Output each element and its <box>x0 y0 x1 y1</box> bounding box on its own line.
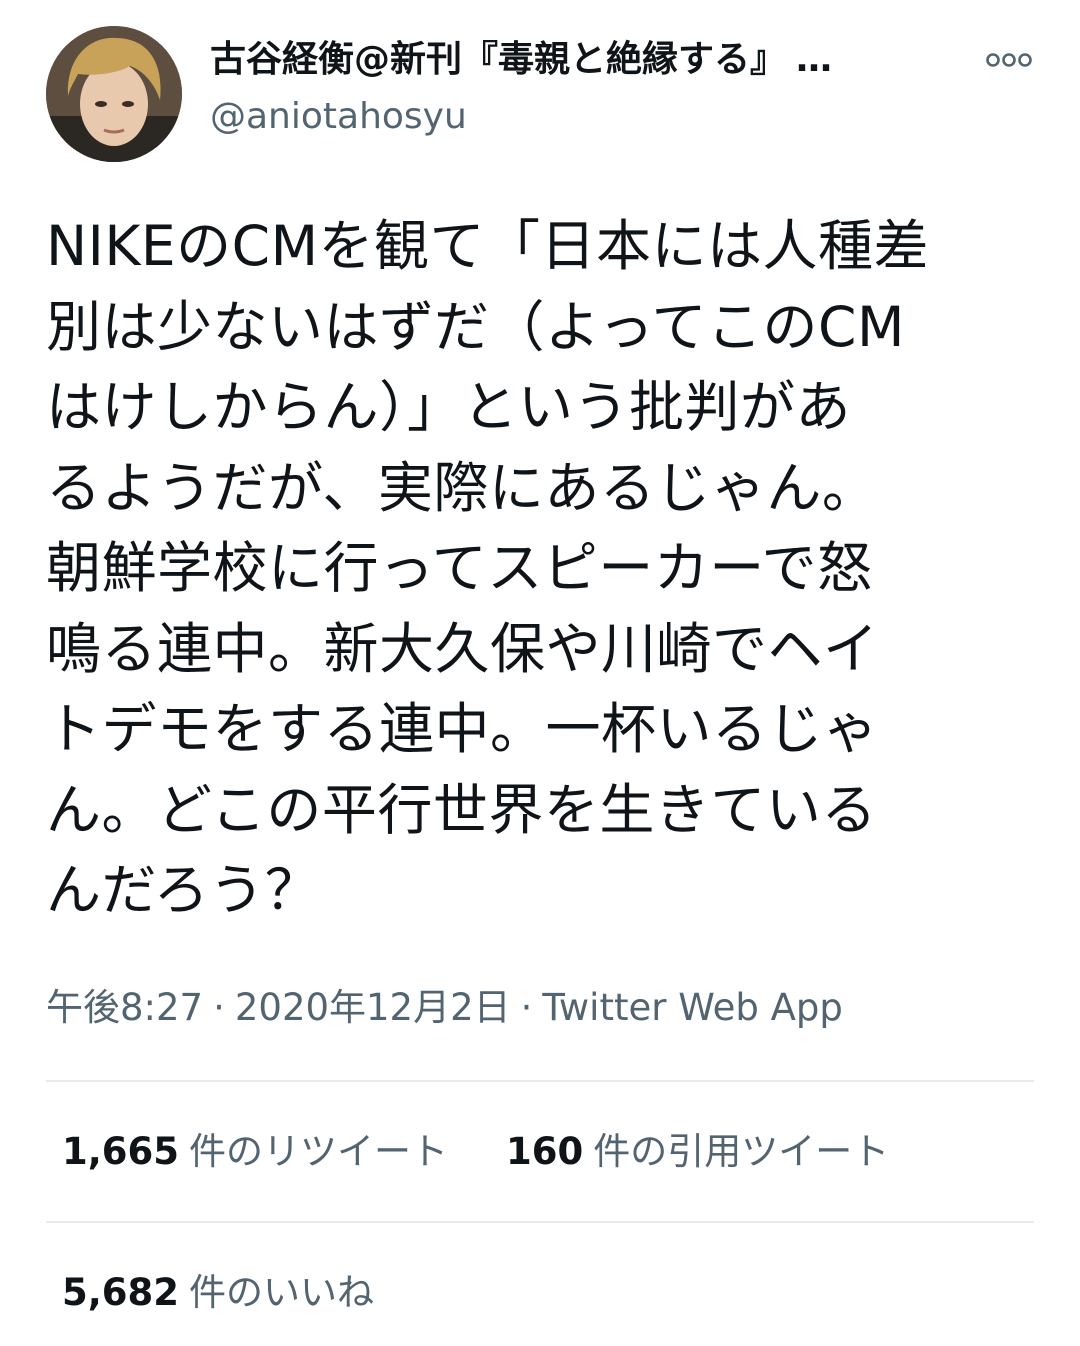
tweet-detail: 古谷経衡@新刊『毒親と絶縁する』… @aniotahosyu NIKEのCMを観… <box>0 0 1080 1346</box>
divider <box>46 1080 1034 1082</box>
tweet-text-line: 別は少ないはずだ（よってこのCM <box>46 294 905 359</box>
author-avatar[interactable] <box>46 26 182 162</box>
retweets-label: 件のリツイート <box>189 1130 449 1173</box>
name-truncation-ellipsis: … <box>796 39 833 80</box>
tweet-date[interactable]: 2020年12月2日 <box>235 986 511 1029</box>
tweet-time[interactable]: 午後8:27 <box>46 986 203 1029</box>
retweets-stat[interactable]: 1,665 件のリツイート <box>62 1126 448 1178</box>
tweet-text-line: NIKEのCMを観て「日本には人種差 <box>46 214 930 278</box>
tweet-text-line: トデモをする連中。一杯いるじゃ <box>46 697 879 761</box>
divider <box>46 1221 1034 1223</box>
tweet-text-line: はけしからん）」という批判があ <box>46 375 852 439</box>
stats-row-retweets: 1,665 件のリツイート 160 件の引用ツイート <box>62 1126 889 1178</box>
tweet-text-line: 鳴る連中。新大久保や川崎でヘイ <box>46 616 879 681</box>
tweet-text-line: ん。どこの平行世界を生きている <box>46 777 877 842</box>
tweet-text-line: るようだが、実際にあるじゃん。 <box>46 455 878 520</box>
author-display-name[interactable]: 古谷経衡@新刊『毒親と絶縁する』… <box>210 36 930 84</box>
quote-tweets-stat[interactable]: 160 件の引用ツイート <box>506 1126 889 1178</box>
tweet-text: NIKEのCMを観て「日本には人種差 別は少ないはずだ（よってこのCM はけしか… <box>46 206 1046 931</box>
tweet-text-line: 朝鮮学校に行ってスピーカーで怒 <box>46 536 873 600</box>
likes-stat[interactable]: 5,682 件のいいね <box>62 1267 374 1319</box>
tweet-source[interactable]: Twitter Web App <box>542 986 842 1029</box>
author-display-name-text: 古谷経衡@新刊『毒親と絶縁する』 <box>210 39 787 80</box>
retweets-count: 1,665 <box>62 1130 180 1173</box>
stats-row-likes: 5,682 件のいいね <box>62 1267 374 1319</box>
tweet-text-line: んだろう？ <box>46 858 321 922</box>
meta-separator: · <box>520 986 533 1029</box>
more-dots-icon[interactable] <box>984 48 1034 72</box>
tweet-metadata: 午後8:27 · 2020年12月2日 · Twitter Web App <box>46 982 843 1034</box>
avatar-photo-icon <box>46 26 182 162</box>
quote-tweets-count: 160 <box>506 1130 584 1173</box>
likes-count: 5,682 <box>62 1271 180 1314</box>
likes-label: 件のいいね <box>189 1271 375 1314</box>
author-handle[interactable]: @aniotahosyu <box>210 94 467 140</box>
quote-tweets-label: 件の引用ツイート <box>593 1130 890 1173</box>
meta-separator: · <box>213 986 225 1029</box>
